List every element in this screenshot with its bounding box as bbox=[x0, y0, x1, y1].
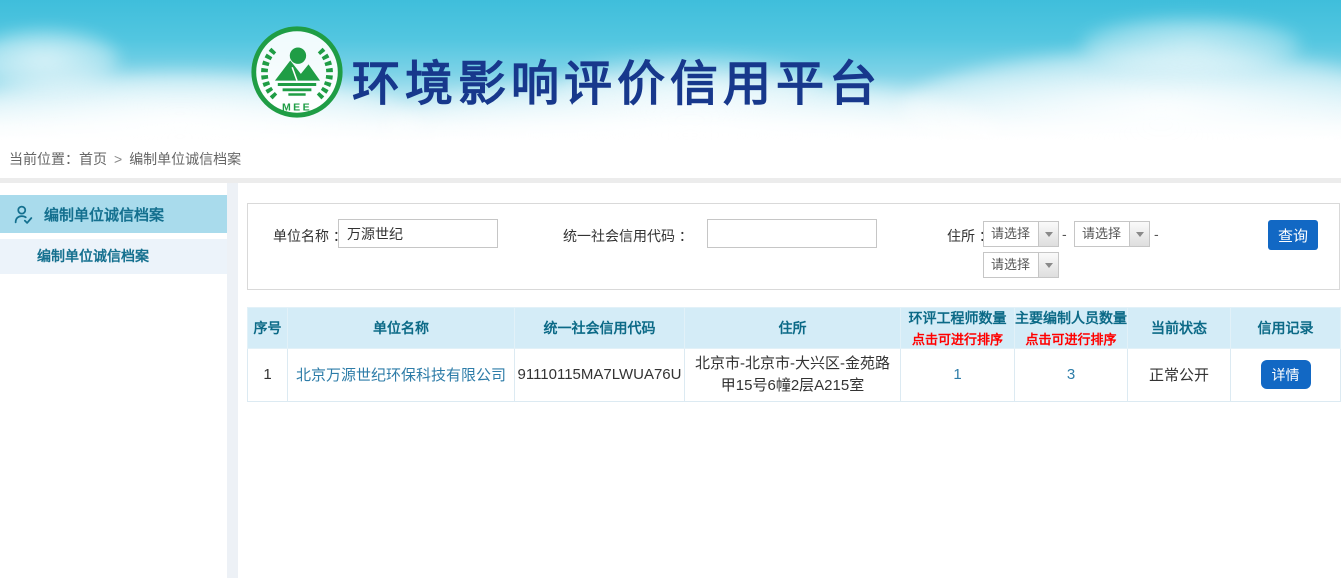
results-table: 序号 单位名称 统一社会信用代码 住所 环评工程师数量 点击可进行排序 主要编制… bbox=[247, 307, 1341, 402]
credit-code-input[interactable] bbox=[707, 219, 877, 248]
sort-hint: 点击可进行排序 bbox=[1015, 329, 1127, 348]
province-select[interactable]: 请选择 bbox=[983, 221, 1059, 247]
breadcrumb: 当前位置：首页 > 编制单位诚信档案 bbox=[0, 140, 1341, 178]
chevron-down-icon bbox=[1038, 253, 1058, 277]
credit-code-label: 统一社会信用代码 ： bbox=[563, 226, 693, 246]
status-value: 正常公开 bbox=[1128, 349, 1231, 402]
cloud-decoration bbox=[1081, 18, 1301, 73]
site-banner: MEE 环境影响评价信用平台 bbox=[0, 0, 1341, 140]
header-engineer-count-label: 环评工程师数量 bbox=[901, 308, 1014, 328]
chevron-down-icon bbox=[1129, 222, 1149, 246]
district-select[interactable]: 请选择 bbox=[983, 252, 1059, 278]
header-staff-count-sortable[interactable]: 主要编制人员数量 点击可进行排序 bbox=[1015, 308, 1128, 349]
city-select[interactable]: 请选择 bbox=[1074, 221, 1150, 247]
query-button[interactable]: 查询 bbox=[1268, 220, 1318, 250]
breadcrumb-separator: > bbox=[114, 151, 122, 167]
sidebar-item-unit-credit-archive[interactable]: 编制单位诚信档案 bbox=[0, 239, 227, 274]
search-form: 单位名称 ： 统一社会信用代码 ： 住所 ： 请选择 - 请选择 - 请选择 查… bbox=[247, 203, 1340, 290]
content-area: 单位名称 ： 统一社会信用代码 ： 住所 ： 请选择 - 请选择 - 请选择 查… bbox=[247, 183, 1340, 402]
breadcrumb-home-link[interactable]: 首页 bbox=[79, 151, 107, 167]
sidebar: 编制单位诚信档案 编制单位诚信档案 bbox=[0, 183, 227, 274]
header-address: 住所 bbox=[685, 308, 901, 349]
main-area: 编制单位诚信档案 编制单位诚信档案 单位名称 ： 统一社会信用代码 ： 住所 ：… bbox=[0, 183, 1341, 578]
unit-name-label: 单位名称 ： bbox=[273, 226, 347, 246]
credit-code-value: 91110115MA7LWUA76U bbox=[515, 349, 685, 402]
staff-count-link[interactable]: 3 bbox=[1067, 366, 1075, 383]
header-credit-record: 信用记录 bbox=[1231, 308, 1341, 349]
header-index: 序号 bbox=[248, 308, 288, 349]
address-dash: - bbox=[1154, 226, 1159, 242]
province-select-value: 请选择 bbox=[984, 222, 1038, 246]
sort-hint: 点击可进行排序 bbox=[901, 329, 1014, 348]
chevron-down-icon bbox=[1038, 222, 1058, 246]
address-value: 北京市-北京市-大兴区-金苑路甲15号6幢2层A215室 bbox=[685, 349, 901, 402]
header-staff-count-label: 主要编制人员数量 bbox=[1015, 308, 1127, 328]
mee-logo-text: MEE bbox=[282, 101, 312, 113]
detail-button[interactable]: 详情 bbox=[1261, 360, 1311, 389]
breadcrumb-current-link[interactable]: 编制单位诚信档案 bbox=[129, 151, 241, 167]
sidebar-item-label: 编制单位诚信档案 bbox=[44, 204, 164, 225]
header-credit-code: 统一社会信用代码 bbox=[515, 308, 685, 349]
person-check-icon bbox=[13, 204, 34, 225]
unit-name-input[interactable] bbox=[338, 219, 498, 248]
address-dash: - bbox=[1062, 226, 1067, 242]
sidebar-item-unit-credit-archive-active[interactable]: 编制单位诚信档案 bbox=[0, 195, 227, 233]
city-select-value: 请选择 bbox=[1075, 222, 1129, 246]
unit-name-link[interactable]: 北京万源世纪环保科技有限公司 bbox=[296, 367, 506, 384]
row-index: 1 bbox=[248, 349, 288, 402]
table-header-row: 序号 单位名称 统一社会信用代码 住所 环评工程师数量 点击可进行排序 主要编制… bbox=[248, 308, 1341, 349]
engineer-count-link[interactable]: 1 bbox=[953, 366, 961, 383]
district-select-value: 请选择 bbox=[984, 253, 1038, 277]
breadcrumb-prefix: 当前位置： bbox=[9, 151, 79, 167]
table-row: 1 北京万源世纪环保科技有限公司 91110115MA7LWUA76U 北京市-… bbox=[248, 349, 1341, 402]
sidebar-content-divider bbox=[227, 183, 238, 578]
header-status: 当前状态 bbox=[1128, 308, 1231, 349]
site-title: 环境影响评价信用平台 bbox=[352, 44, 882, 114]
mee-logo-icon: MEE bbox=[249, 24, 345, 120]
header-engineer-count-sortable[interactable]: 环评工程师数量 点击可进行排序 bbox=[901, 308, 1015, 349]
header-unit-name: 单位名称 bbox=[288, 308, 515, 349]
